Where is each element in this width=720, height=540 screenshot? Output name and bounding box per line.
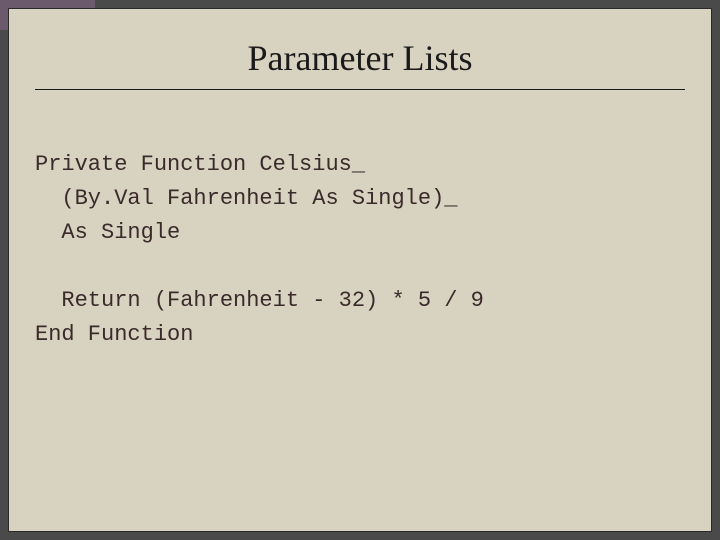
slide-content: Parameter Lists Private Function Celsius…: [9, 9, 711, 387]
code-line: Private Function Celsius_: [35, 152, 365, 177]
title-divider: [35, 89, 685, 90]
blank-line: [35, 250, 685, 284]
code-line: (By.Val Fahrenheit As Single)_: [35, 186, 457, 211]
code-block: Private Function Celsius_ (By.Val Fahren…: [35, 114, 685, 387]
code-line: End Function: [35, 322, 193, 347]
slide: Parameter Lists Private Function Celsius…: [8, 8, 712, 532]
slide-container: Parameter Lists Private Function Celsius…: [0, 0, 720, 540]
code-line: As Single: [35, 220, 180, 245]
slide-title: Parameter Lists: [35, 37, 685, 79]
code-line: Return (Fahrenheit - 32) * 5 / 9: [35, 288, 484, 313]
